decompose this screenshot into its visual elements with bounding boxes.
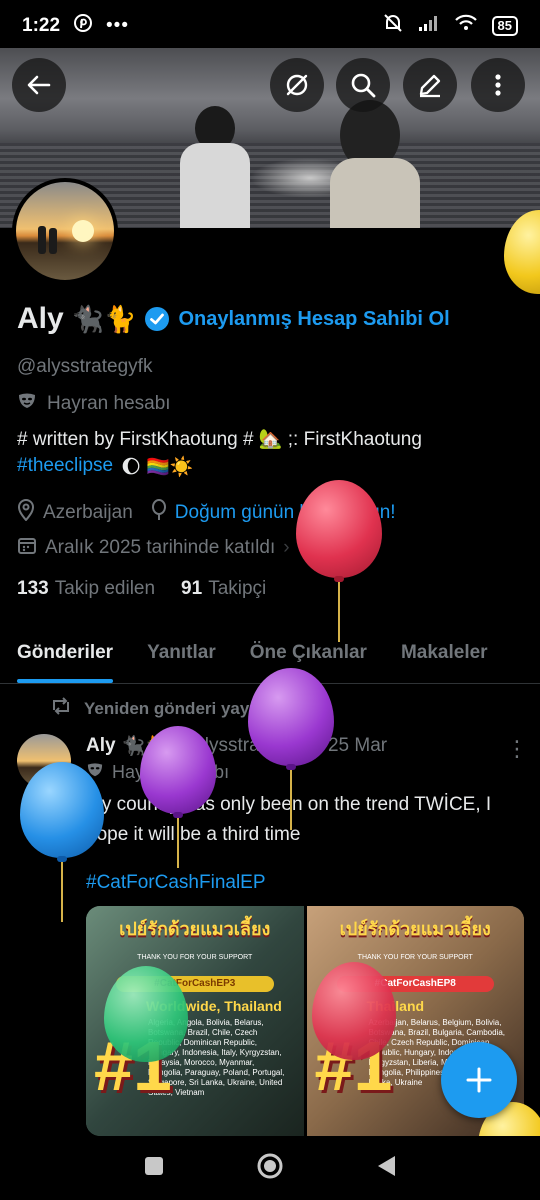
image-2-subtitle: THANK YOU FOR YOUR SUPPORT (357, 954, 473, 961)
bio-emojis: 🌔 🏳️‍🌈☀️ (121, 457, 194, 478)
more-vertical-icon (495, 74, 501, 96)
battery-indicator: 85 (491, 16, 518, 36)
image-1-title: เปย์รักด้วยแมวเลี้ยง (119, 919, 271, 939)
more-dots-icon: ••• (106, 15, 129, 36)
location-text: Azerbaijan (43, 502, 133, 523)
system-navigation-bar (0, 1136, 540, 1200)
compose-button[interactable] (441, 1042, 517, 1118)
post-more-icon[interactable]: ⋮ (506, 736, 528, 762)
following-label[interactable]: Takip edilen (55, 578, 155, 600)
circle-home-icon (257, 1153, 283, 1178)
square-icon (145, 1156, 163, 1175)
bio-hashtag-link[interactable]: #theeclipse (17, 455, 113, 479)
signal-icon (418, 14, 440, 38)
verified-badge-icon[interactable] (144, 306, 170, 332)
bio-line-2: #theeclipse 🌔 🏳️‍🌈☀️ (17, 455, 194, 479)
chevron-right-icon: › (283, 537, 290, 558)
post-author-name[interactable]: Aly (86, 735, 116, 757)
balloon-icon (151, 499, 167, 527)
cat-emojis: 🐈‍⬛🐈 (71, 303, 137, 334)
tab-replies[interactable]: Yanıtlar (130, 630, 233, 683)
followers-label[interactable]: Takipçi (208, 578, 266, 600)
eye-off-icon (286, 74, 308, 96)
profile-meta-joined: Aralık 2025 tarihinde katıldı › (17, 535, 290, 561)
tab-articles[interactable]: Makaleler (384, 630, 505, 683)
edit-button[interactable] (403, 58, 457, 112)
search-icon (351, 73, 376, 98)
triangle-back-icon (378, 1155, 395, 1176)
follow-counts: 133 Takip edilen 91 Takipçi (17, 578, 266, 600)
image-2-title: เปย์รักด้วยแมวเลี้ยง (339, 919, 491, 939)
back-nav-button[interactable] (375, 1154, 397, 1183)
back-arrow-icon (27, 75, 51, 95)
get-verified-link[interactable]: Onaylanmış Hesap Sahibi Ol (178, 308, 449, 331)
calendar-icon (17, 535, 37, 561)
repost-icon (50, 697, 72, 720)
post-header: Aly 🐈‍⬛🐈 @alysstrategyfk · 25 Mar (86, 734, 387, 758)
status-bar: 1:22 ••• 85 (0, 0, 540, 52)
profile-category: Hayran hesabı (17, 392, 171, 416)
pencil-icon (419, 74, 441, 98)
bio-line-1: # written by FirstKhaotung # 🏡 ;: FirstK… (17, 429, 422, 450)
pinterest-icon (74, 14, 93, 38)
hide-button[interactable] (270, 58, 324, 112)
status-time: 1:22 (22, 15, 61, 36)
following-count[interactable]: 133 (17, 578, 49, 600)
post-hashtag-link[interactable]: #CatForCashFinalEP (86, 872, 266, 894)
profile-name-row: Aly 🐈‍⬛🐈 Onaylanmış Hesap Sahibi Ol (17, 302, 450, 336)
profile-name: Aly (17, 302, 64, 335)
tab-posts[interactable]: Gönderiler (0, 630, 130, 683)
more-options-button[interactable] (471, 58, 525, 112)
back-button[interactable] (12, 58, 66, 112)
search-button[interactable] (336, 58, 390, 112)
image-1-subtitle: THANK YOU FOR YOUR SUPPORT (137, 954, 253, 961)
wifi-icon (454, 14, 478, 38)
profile-avatar[interactable] (12, 178, 118, 284)
followers-count[interactable]: 91 (181, 578, 202, 600)
bell-muted-icon (382, 12, 404, 40)
profile-category-label: Hayran hesabı (47, 393, 171, 414)
mask-icon (17, 392, 37, 416)
location-pin-icon (17, 499, 35, 527)
recents-button[interactable] (143, 1155, 165, 1182)
profile-handle: @alysstrategyfk (17, 356, 153, 377)
home-button[interactable] (255, 1151, 285, 1186)
joined-text: Aralık 2025 tarihinde katıldı (45, 537, 276, 558)
plus-icon (466, 1067, 492, 1093)
